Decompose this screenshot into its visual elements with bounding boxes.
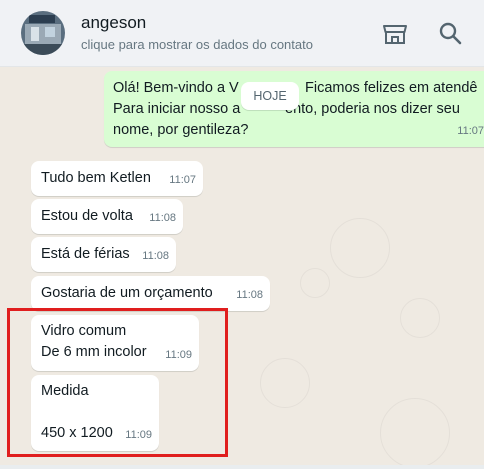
message-bubble[interactable]: Medida 450 x 1200 11:09 [31, 375, 159, 451]
message-time: 11:08 [236, 289, 263, 301]
message-bubble[interactable]: Tudo bem Ketlen 11:07 [31, 161, 203, 196]
message-text: Vidro comum De 6 mm incolor [41, 323, 147, 360]
footer-edge [0, 465, 484, 469]
message-time: 11:08 [149, 212, 176, 224]
contact-subtitle[interactable]: clique para mostrar os dados do contato [81, 37, 313, 52]
message-text: Está de férias [41, 246, 130, 262]
message-bubble[interactable]: Gostaria de um orçamento 11:08 [31, 276, 270, 311]
store-icon[interactable] [381, 20, 409, 48]
message-time: 11:07 [169, 174, 196, 186]
message-text: Gostaria de um orçamento [41, 285, 213, 301]
message-text: Estou de volta [41, 208, 133, 224]
date-chip: HOJE [241, 82, 299, 110]
search-icon[interactable] [437, 20, 465, 48]
outgoing-text-1a: Olá! Bem-vindo a V [113, 80, 239, 96]
message-time: 11:08 [142, 250, 169, 262]
message-bubble[interactable]: Vidro comum De 6 mm incolor 11:09 [31, 315, 199, 371]
chat-header: angeson clique para mostrar os dados do … [0, 0, 484, 67]
message-text: Tudo bem Ketlen [41, 170, 151, 186]
contact-name[interactable]: angeson [81, 13, 146, 33]
message-time: 11:09 [165, 349, 192, 361]
message-bubble[interactable]: Estou de volta 11:08 [31, 199, 183, 234]
outgoing-text-1b: Ficamos felizes em atendê [305, 80, 478, 96]
message-time: 11:09 [125, 429, 152, 441]
message-time: 11:07 [457, 125, 484, 137]
outgoing-text-2b: ento, poderia nos dizer seu [285, 101, 460, 117]
outgoing-text-2a: Para iniciar nosso a [113, 101, 241, 117]
message-text: Medida 450 x 1200 [41, 383, 113, 441]
avatar[interactable] [21, 11, 65, 55]
message-bubble[interactable]: Está de férias 11:08 [31, 237, 176, 272]
outgoing-text-3: nome, por gentileza? [113, 122, 249, 138]
